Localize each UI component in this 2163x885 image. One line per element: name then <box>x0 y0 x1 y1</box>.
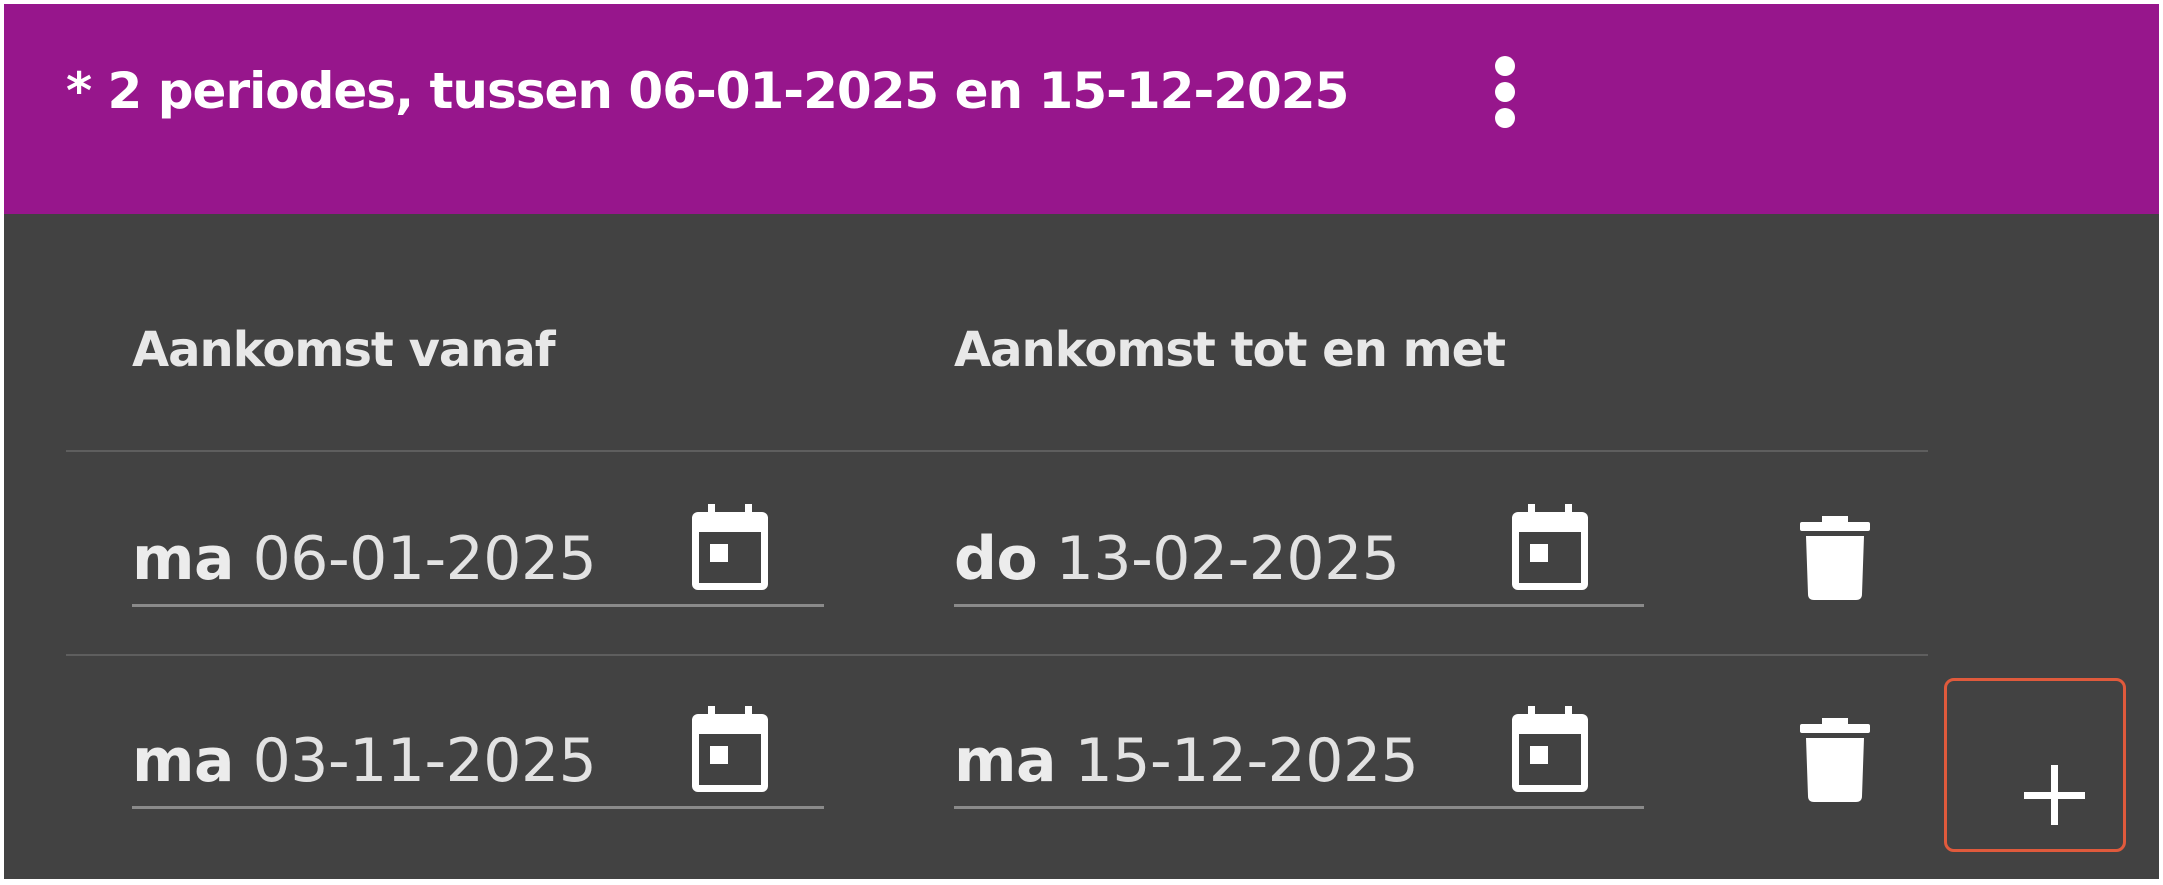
calendar-icon[interactable] <box>1510 706 1590 792</box>
periods-header: * 2 periodes, tussen 06-01-2025 en 15-12… <box>4 4 2159 214</box>
add-period-button[interactable] <box>1944 678 2126 852</box>
calendar-icon[interactable] <box>1510 504 1590 590</box>
calendar-icon[interactable] <box>690 706 770 792</box>
arrival-from-field-1[interactable]: ma 06-01-2025 <box>132 504 824 607</box>
arrival-until-field-2[interactable]: ma 15-12-2025 <box>954 706 1644 809</box>
row-divider <box>66 654 1928 656</box>
calendar-icon[interactable] <box>690 504 770 590</box>
arrival-until-field-1[interactable]: do 13-02-2025 <box>954 504 1644 607</box>
column-header-arrival-until: Aankomst tot en met <box>954 322 1506 378</box>
delete-period-2-trash-icon[interactable] <box>1800 718 1870 802</box>
arrival-until-value-2: ma 15-12-2025 <box>954 726 1419 796</box>
more-options-icon[interactable] <box>1490 56 1520 128</box>
row-divider <box>66 450 1928 452</box>
arrival-from-value-2: ma 03-11-2025 <box>132 726 597 796</box>
arrival-from-field-2[interactable]: ma 03-11-2025 <box>132 706 824 809</box>
arrival-until-value-1: do 13-02-2025 <box>954 524 1400 594</box>
arrival-from-value-1: ma 06-01-2025 <box>132 524 597 594</box>
delete-period-1-trash-icon[interactable] <box>1800 516 1870 600</box>
periods-panel: * 2 periodes, tussen 06-01-2025 en 15-12… <box>4 4 2159 879</box>
column-header-arrival-from: Aankomst vanaf <box>132 322 556 378</box>
periods-summary-title: * 2 periodes, tussen 06-01-2025 en 15-12… <box>66 62 1349 120</box>
